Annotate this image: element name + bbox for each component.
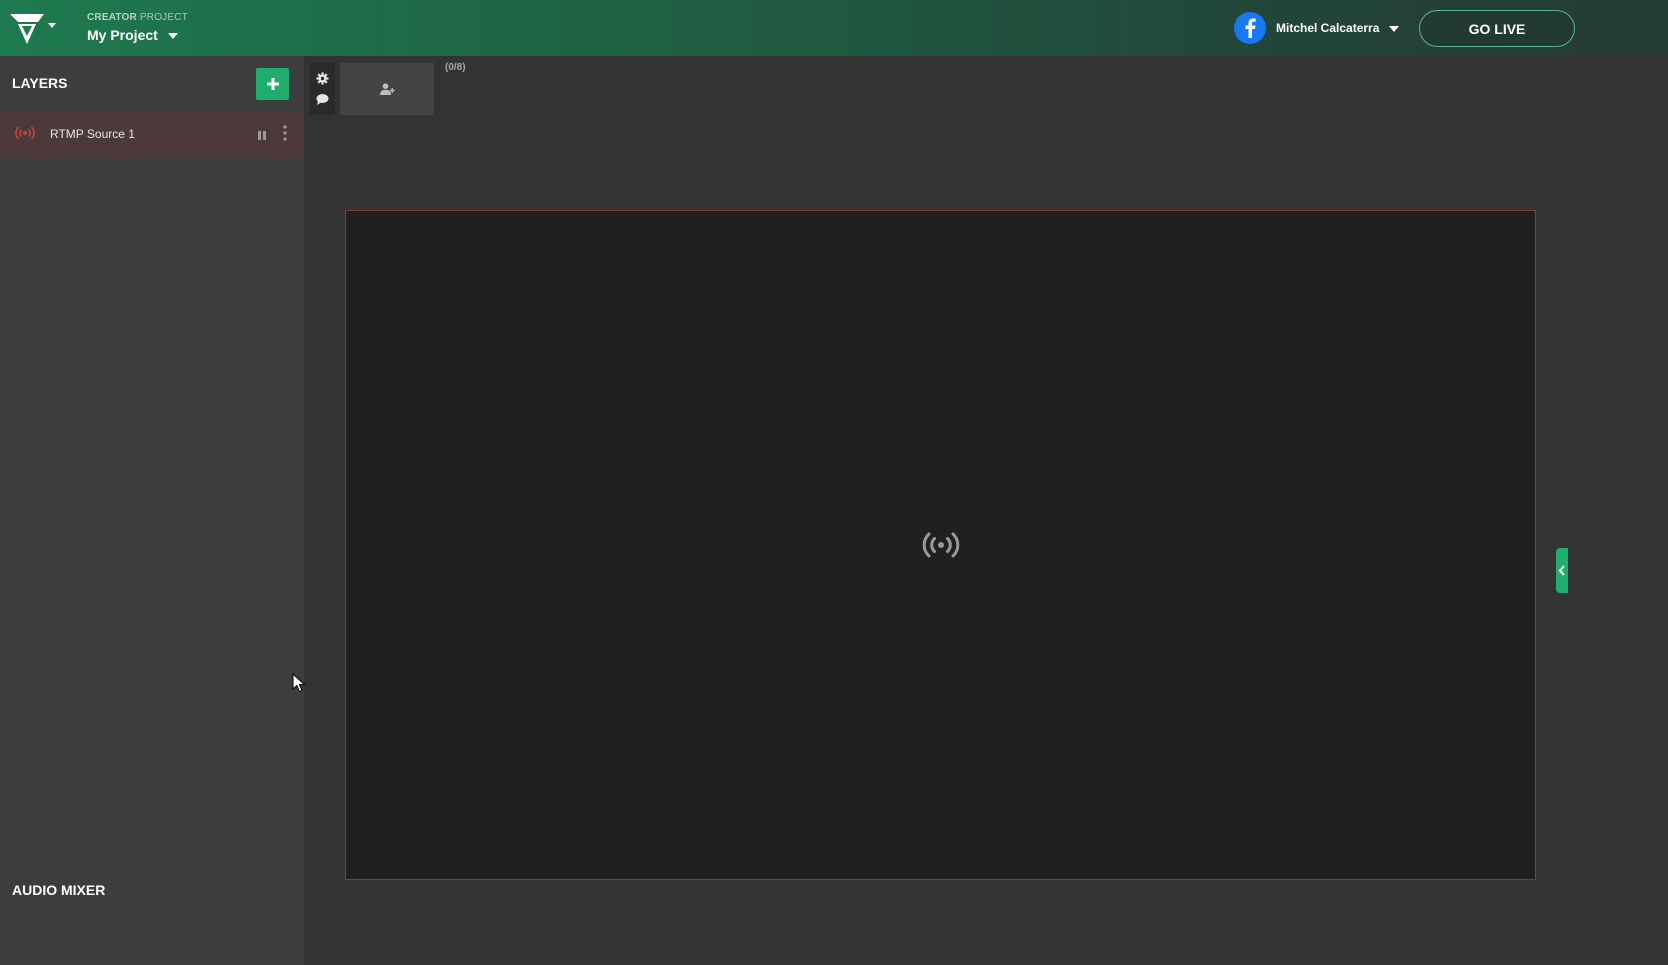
logo-icon: [10, 14, 56, 44]
project-name: My Project: [87, 27, 158, 43]
top-header: CREATOR PROJECT My Project Mitchel Calca…: [0, 0, 1668, 56]
app-logo-menu[interactable]: [8, 10, 60, 48]
project-selector[interactable]: CREATOR PROJECT My Project: [87, 12, 188, 43]
project-type-label: CREATOR PROJECT: [87, 12, 188, 23]
account-name: Mitchel Calcaterra: [1276, 21, 1380, 35]
layers-header: LAYERS: [0, 56, 304, 110]
layers-title: LAYERS: [12, 75, 68, 91]
layers-sidebar: LAYERS RTMP Source 1 AUDIO MIXER: [0, 56, 304, 965]
add-layer-button[interactable]: [256, 68, 289, 100]
broadcast-icon: [922, 532, 960, 558]
stage-tool-strip: [310, 63, 335, 115]
add-guest-slot[interactable]: [340, 63, 434, 115]
stage-canvas[interactable]: [345, 210, 1536, 880]
chevron-down-icon: [167, 33, 178, 39]
layer-name: RTMP Source 1: [50, 127, 135, 141]
chat-icon[interactable]: [316, 93, 329, 106]
facebook-icon: [1234, 12, 1266, 44]
chevron-left-icon: [1558, 565, 1565, 576]
add-user-icon: [379, 83, 395, 95]
audio-mixer-title: AUDIO MIXER: [12, 882, 106, 898]
broadcast-icon: [14, 125, 36, 146]
guest-count: (0/8): [445, 62, 466, 73]
pause-icon[interactable]: [256, 128, 268, 140]
mouse-cursor-icon: [292, 673, 306, 693]
account-menu[interactable]: Mitchel Calcaterra: [1234, 12, 1400, 44]
plus-icon: [266, 78, 279, 90]
chevron-down-icon: [1389, 26, 1400, 32]
gear-icon[interactable]: [316, 72, 329, 85]
layer-item[interactable]: RTMP Source 1: [0, 112, 304, 157]
expand-panel-tab[interactable]: [1556, 548, 1568, 593]
more-options-icon[interactable]: [279, 124, 291, 142]
go-live-button[interactable]: GO LIVE: [1419, 10, 1575, 47]
main-stage-area: (0/8): [304, 56, 1668, 965]
